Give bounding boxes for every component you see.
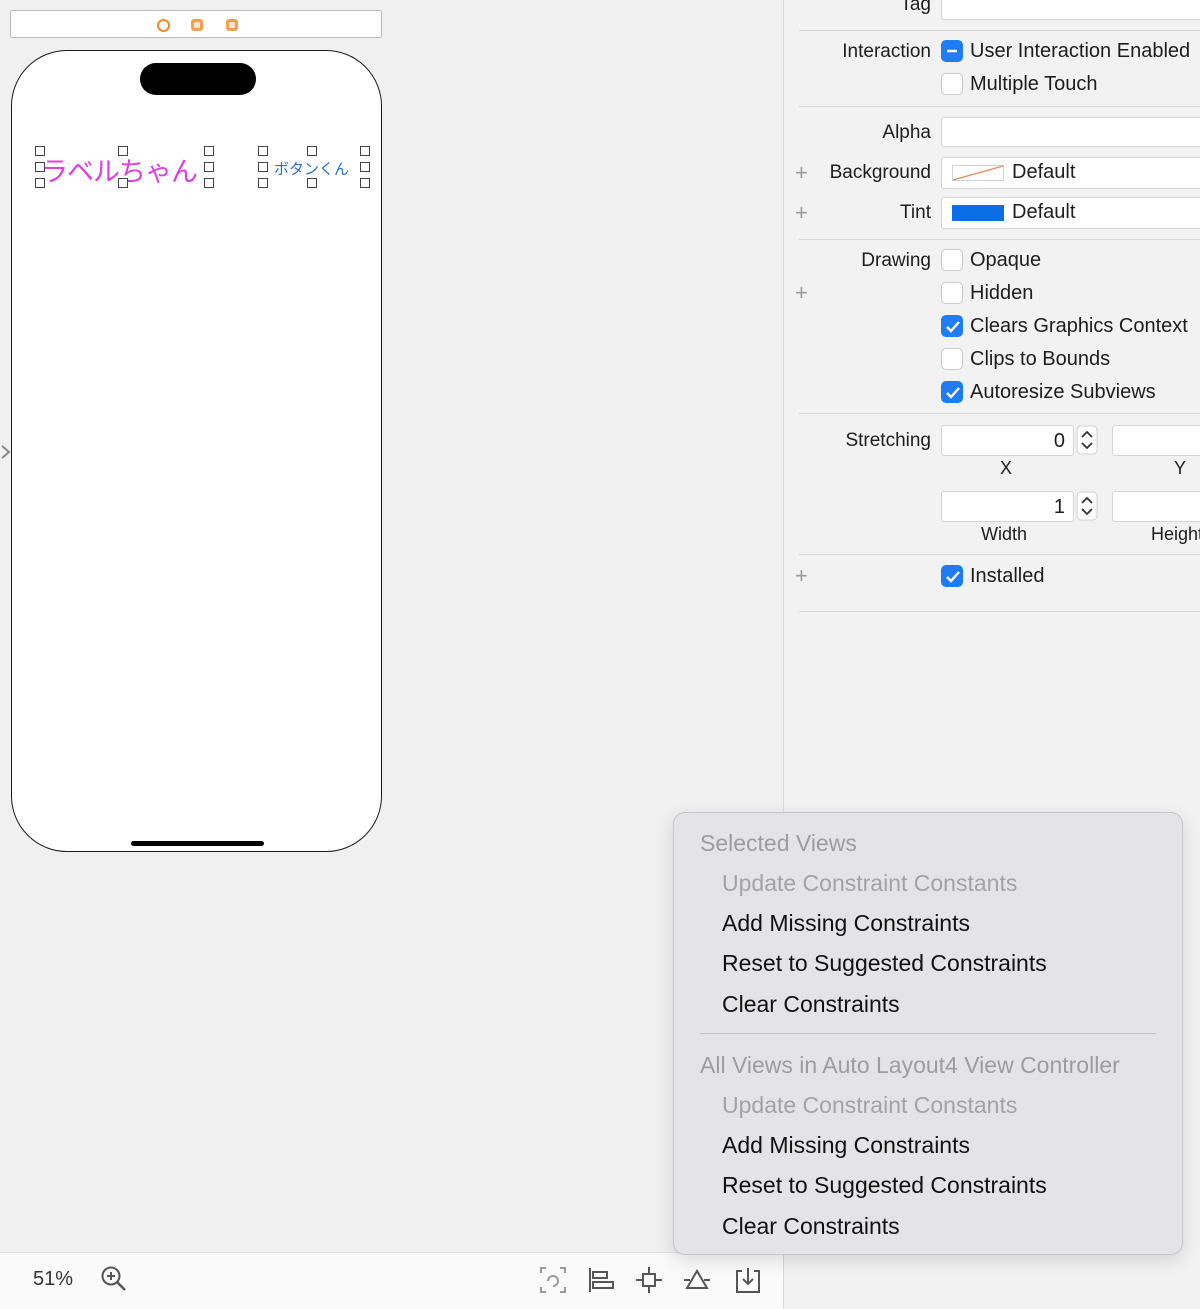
menu-item-update-constraint-constants: Update Constraint Constants [722,870,1018,896]
multiple-touch-label: Multiple Touch [970,73,1098,95]
stretching-label: Stretching [845,430,931,451]
stretch-y-label: Y [1174,458,1187,478]
clips-to-bounds-checkbox[interactable] [941,348,963,370]
menu-item-add-missing-constraints-all[interactable]: Add Missing Constraints [722,1132,970,1159]
stretch-width-label: Width [981,524,1028,544]
add-variation-icon[interactable]: + [795,202,808,224]
stretch-x-label: X [1000,458,1013,478]
menu-item-clear-constraints[interactable]: Clear Constraints [722,991,900,1018]
resize-handle[interactable] [258,162,268,172]
resize-handle[interactable] [258,178,268,188]
resize-handle[interactable] [360,146,370,156]
menu-item-add-missing-constraints[interactable]: Add Missing Constraints [722,910,970,937]
user-interaction-enabled-label: User Interaction Enabled [970,40,1191,62]
resize-handle[interactable] [35,162,45,172]
installed-label: Installed [970,565,1045,587]
menu-header-all-views: All Views in Auto Layout4 View Controlle… [700,1052,1120,1078]
alpha-label: Alpha [882,122,931,143]
button-view[interactable]: ボタンくん [274,158,349,179]
resize-handle[interactable] [118,146,128,156]
tag-field[interactable] [941,0,1200,20]
stretch-width-value: 1 [1053,496,1065,518]
resize-handle[interactable] [258,146,268,156]
resize-handle[interactable] [307,178,317,188]
resize-handle[interactable] [360,178,370,188]
resize-handle[interactable] [204,178,214,188]
tag-label: Tag [900,0,931,15]
clears-graphics-context-checkbox[interactable] [941,315,963,337]
stretch-width-stepper[interactable] [1076,491,1098,521]
stretch-y-field[interactable] [1112,425,1200,456]
tint-label: Tint [900,202,931,223]
tint-popup[interactable]: Default [941,197,1200,229]
resolve-auto-layout-icon[interactable] [682,1265,712,1295]
resize-handle[interactable] [35,178,45,188]
alpha-field[interactable] [941,117,1200,147]
menu-item-reset-to-suggested-constraints[interactable]: Reset to Suggested Constraints [722,950,1047,977]
installed-checkbox[interactable] [941,565,963,587]
menu-header-selected-views: Selected Views [700,830,857,856]
resize-handle[interactable] [307,146,317,156]
resize-handle[interactable] [204,162,214,172]
resize-handle[interactable] [118,178,128,188]
zoom-in-icon[interactable] [100,1265,128,1293]
tint-value: Default [1012,201,1076,223]
zoom-level: 51% [33,1268,74,1290]
home-indicator [131,841,264,846]
view-controller-icon[interactable] [157,19,170,32]
menu-item-update-constraint-constants-all: Update Constraint Constants [722,1092,1018,1118]
autoresize-subviews-label: Autoresize Subviews [970,381,1156,403]
multiple-touch-checkbox[interactable] [941,73,963,95]
opaque-checkbox[interactable] [941,249,963,271]
background-popup[interactable]: Default [941,157,1200,189]
drawing-label: Drawing [861,250,931,271]
align-icon[interactable] [586,1265,616,1295]
stretch-x-stepper[interactable] [1076,425,1098,455]
scene-dock[interactable] [10,10,382,38]
storyboard-canvas[interactable]: ラベルちゃん ボタンくん [0,0,783,1252]
resize-handle[interactable] [360,162,370,172]
user-interaction-enabled-checkbox[interactable] [941,40,963,62]
background-label: Background [829,162,931,183]
resize-handle[interactable] [35,146,45,156]
interaction-label: Interaction [842,41,931,62]
resize-handle[interactable] [204,146,214,156]
add-variation-icon[interactable]: + [795,565,808,587]
add-variation-icon[interactable]: + [795,162,808,184]
menu-separator [700,1033,1156,1034]
stretch-x-field[interactable]: 0 [941,425,1074,456]
autoresize-subviews-checkbox[interactable] [941,381,963,403]
add-variation-icon[interactable]: + [795,282,808,304]
dynamic-island [140,63,256,95]
opaque-label: Opaque [970,249,1042,271]
hidden-checkbox[interactable] [941,282,963,304]
background-value: Default [1012,161,1076,183]
stretch-x-value: 0 [1053,430,1065,452]
hidden-label: Hidden [970,282,1034,304]
clears-graphics-context-label: Clears Graphics Context [970,315,1188,337]
exit-icon[interactable] [226,19,238,31]
add-constraints-icon[interactable] [634,1265,664,1295]
stretch-width-field[interactable]: 1 [941,491,1074,522]
clips-to-bounds-label: Clips to Bounds [970,348,1111,370]
menu-item-reset-to-suggested-constraints-all[interactable]: Reset to Suggested Constraints [722,1172,1047,1199]
canvas-bottom-bar: 51% [0,1252,783,1309]
no-color-swatch-icon [952,165,1004,181]
first-responder-icon[interactable] [191,19,203,31]
stretch-height-field[interactable] [1112,491,1200,522]
tint-color-swatch [952,205,1004,221]
stretch-height-label: Height [1151,524,1200,544]
resolve-auto-layout-menu: Selected Views Update Constraint Constan… [673,812,1183,1255]
update-frames-icon[interactable] [538,1265,568,1295]
embed-in-icon[interactable] [733,1265,763,1295]
menu-item-clear-constraints-all[interactable]: Clear Constraints [722,1213,900,1240]
